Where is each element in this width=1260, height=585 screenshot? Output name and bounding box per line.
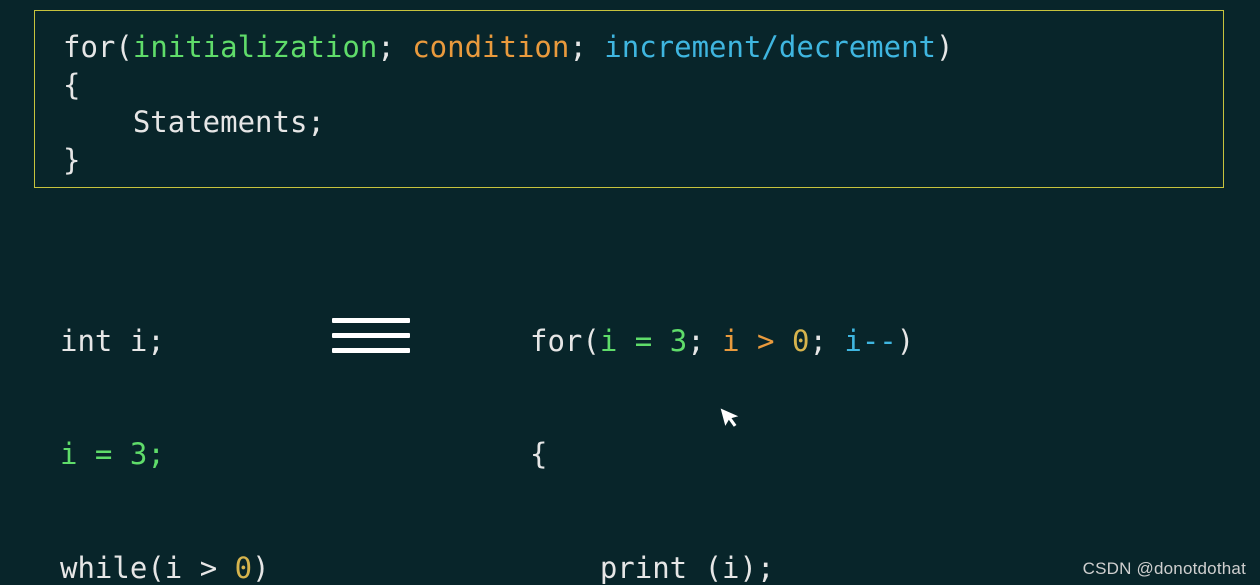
code-line: { <box>530 436 914 474</box>
code-line: i = 3; <box>60 436 304 474</box>
equivalent-icon <box>332 318 410 363</box>
equiv-bar <box>332 318 410 323</box>
for-syntax-line1: for(initialization; condition; increment… <box>63 29 1195 67</box>
for-loop-example: for(i = 3; i > 0; i--) { print (i); } <box>530 248 914 585</box>
for-keyword: for <box>63 30 115 64</box>
sep: ; <box>569 30 604 64</box>
equiv-bar <box>332 348 410 353</box>
code-line: int i; <box>60 323 304 361</box>
condition-token: condition <box>412 30 569 64</box>
equiv-bar <box>332 333 410 338</box>
for-syntax-close-brace: } <box>63 142 1195 180</box>
for-syntax-box: for(initialization; condition; increment… <box>34 10 1224 188</box>
open-paren: ( <box>115 30 132 64</box>
close-paren: ) <box>936 30 953 64</box>
for-syntax-body: Statements; <box>63 104 1195 142</box>
increment-decrement-token: increment/decrement <box>604 30 936 64</box>
code-line: while(i > 0) <box>60 550 304 585</box>
watermark-text: CSDN @donotdothat <box>1083 559 1246 579</box>
while-loop-example: int i; i = 3; while(i > 0) { print (i); … <box>60 248 304 585</box>
initialization-token: initialization <box>133 30 377 64</box>
for-syntax-open-brace: { <box>63 67 1195 105</box>
sep: ; <box>377 30 412 64</box>
code-line: for(i = 3; i > 0; i--) <box>530 323 914 361</box>
code-line: print (i); <box>530 550 914 585</box>
